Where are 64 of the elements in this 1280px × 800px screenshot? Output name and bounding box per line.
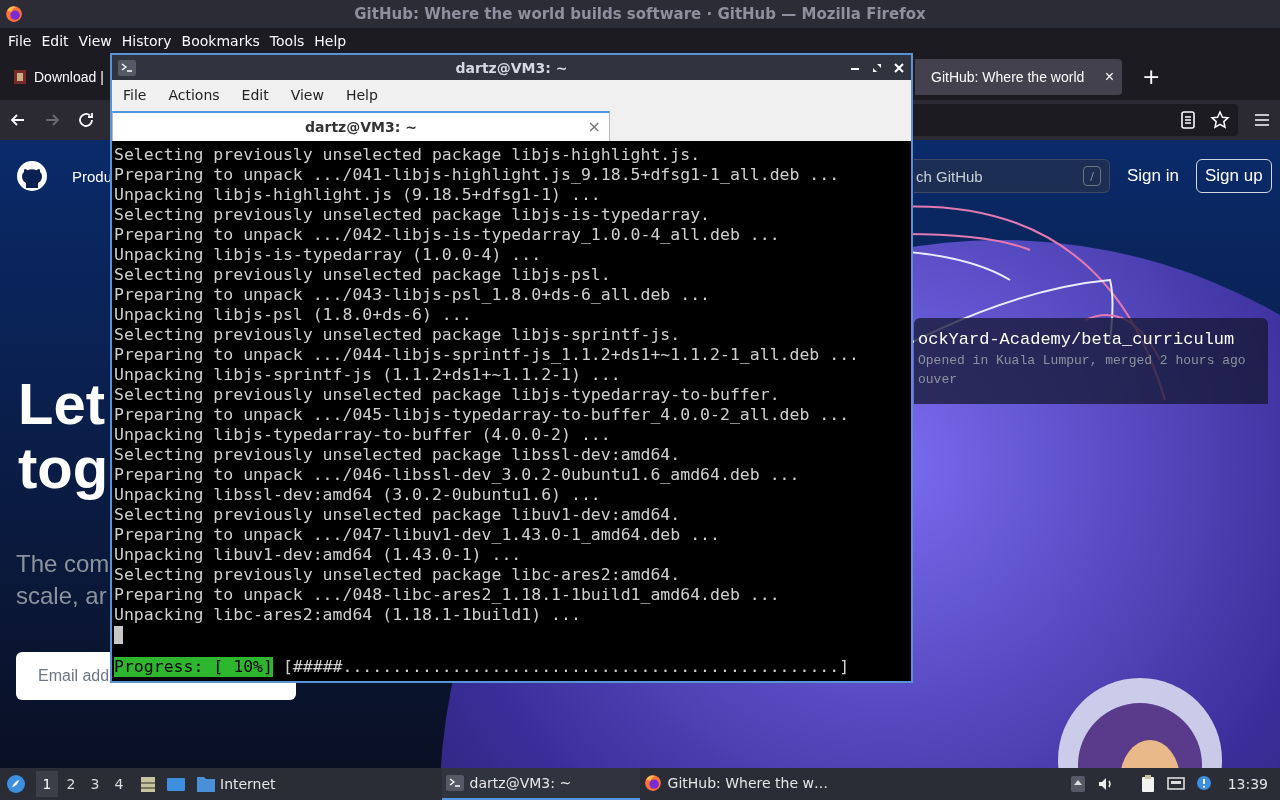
menu-item[interactable]: Actions <box>162 85 226 106</box>
terminal-tab[interactable]: dartz@VM3: ~ × <box>112 111 610 141</box>
card-text: Opened in Kuala Lumpur, merged 2 hours ago <box>918 353 1246 368</box>
headline: tog <box>18 436 109 500</box>
window-title: GitHub: Where the world builds software · GitHub — Mozilla Firefox <box>354 5 926 23</box>
menu-item[interactable]: Edit <box>36 30 74 51</box>
close-tab-button[interactable]: × <box>587 117 601 137</box>
subtitle: The com <box>16 549 110 579</box>
terminal-line: Unpacking libjs-is-typedarray (1.0.0-4) ... <box>114 245 542 265</box>
terminal-line: Unpacking libjs-typedarray-to-buffer (4.0.0-2) ... <box>114 425 611 445</box>
browser-tab[interactable]: Download | <box>8 58 109 95</box>
terminal-line: Selecting previously unselected package libjs-psl. <box>114 265 611 285</box>
terminal-line: Preparing to unpack .../046-libssl-dev_3.0.2-0ubuntu1.6_amd64.deb ... <box>114 465 800 485</box>
browser-tab[interactable]: GitHub: Where the world × <box>915 58 1122 95</box>
menu-item[interactable]: Help <box>309 30 352 51</box>
terminal-line: Unpacking libuv1-dev:amd64 (1.43.0-1) ... <box>114 545 522 565</box>
workspace-button[interactable]: 1 <box>36 771 58 797</box>
terminal-line: Selecting previously unselected package libuv1-dev:amd64. <box>114 505 681 525</box>
taskbar-button[interactable]: GitHub: Where the w… <box>639 768 838 800</box>
terminal-line: Selecting previously unselected package libc-ares2:amd64. <box>114 565 681 585</box>
progress-label: Progress: [ 10%] <box>114 657 273 677</box>
workspace-button[interactable]: 4 <box>108 771 130 797</box>
window-title: dartz@VM3: ~ <box>455 59 568 76</box>
menu-item[interactable]: Tools <box>264 30 310 51</box>
terminal-line: Unpacking libssl-dev:amd64 (3.0.2-0ubuntu1.6) ... <box>114 485 601 505</box>
subtitle: scale, ar <box>16 581 107 611</box>
headline: Let <box>18 372 105 436</box>
clock: 13:39 <box>1227 776 1268 792</box>
menu-item[interactable]: File <box>117 85 153 106</box>
sign-in-link[interactable]: Sign in <box>1127 166 1179 186</box>
terminal-line: Unpacking libc-ares2:amd64 (1.18.1-1build1) ... <box>114 605 581 625</box>
card-text: ouver <box>918 372 957 387</box>
terminal-line: Preparing to unpack .../048-libc-ares2_1.18.1-1build1_amd64.deb ... <box>114 585 780 605</box>
menu-item[interactable]: View <box>73 30 117 51</box>
new-tab-button[interactable]: + <box>1136 63 1167 90</box>
terminal-line: Preparing to unpack .../045-libjs-typedarray-to-buffer_4.0.0-2_all.deb ... <box>114 405 850 425</box>
shortcut-key: / <box>1083 166 1101 186</box>
sign-up-button[interactable]: Sign up <box>1196 159 1272 193</box>
card-title: ockYard-Academy/beta_curriculum <box>918 330 1235 349</box>
terminal-line: Unpacking libjs-highlight.js (9.18.5+dfsg1-1) ... <box>114 185 601 205</box>
folder-launcher[interactable]: Internet <box>190 774 282 794</box>
close-tab-button[interactable]: × <box>1104 67 1114 86</box>
terminal-line: Preparing to unpack .../042-libjs-is-typedarray_1.0.0-4_all.deb ... <box>114 225 780 245</box>
terminal-line: Selecting previously unselected package libjs-sprintf-js. <box>114 325 681 345</box>
taskbar-button[interactable]: dartz@VM3: ~ <box>441 768 640 800</box>
menu-item[interactable]: View <box>284 85 330 106</box>
terminal-line: Selecting previously unselected package libjs-typedarray-to-buffer. <box>114 385 780 405</box>
terminal-line: Preparing to unpack .../047-libuv1-dev_1.43.0-1_amd64.deb ... <box>114 525 720 545</box>
terminal-line: Unpacking libjs-sprintf-js (1.1.2+ds1+~1.1.2-1) ... <box>114 365 621 385</box>
terminal-line: Selecting previously unselected package libjs-is-typedarray. <box>114 205 711 225</box>
terminal-line: Selecting previously unselected package libjs-highlight.js. <box>114 145 701 165</box>
terminal-line: Selecting previously unselected package libssl-dev:amd64. <box>114 445 681 465</box>
terminal-line: Preparing to unpack .../044-libjs-sprintf-js_1.1.2+ds1+~1.1.2-1_all.deb ... <box>114 345 860 365</box>
terminal-line: Unpacking libjs-psl (1.8.0+ds-6) ... <box>114 305 472 325</box>
terminal-line: Preparing to unpack .../041-libjs-highlight.js_9.18.5+dfsg1-1_all.deb ... <box>114 165 840 185</box>
workspace-button[interactable]: 2 <box>60 771 82 797</box>
menu-item[interactable]: History <box>116 30 177 51</box>
search-field[interactable]: ch GitHub / <box>914 159 1110 193</box>
menu-item[interactable]: Bookmarks <box>176 30 265 51</box>
menu-item[interactable]: Edit <box>235 85 275 106</box>
terminal-line: Preparing to unpack .../043-libjs-psl_1.8.0+ds-6_all.deb ... <box>114 285 711 305</box>
menu-item[interactable]: File <box>3 30 37 51</box>
menu-item[interactable]: Help <box>339 85 384 106</box>
workspace-button[interactable]: 3 <box>84 771 106 797</box>
